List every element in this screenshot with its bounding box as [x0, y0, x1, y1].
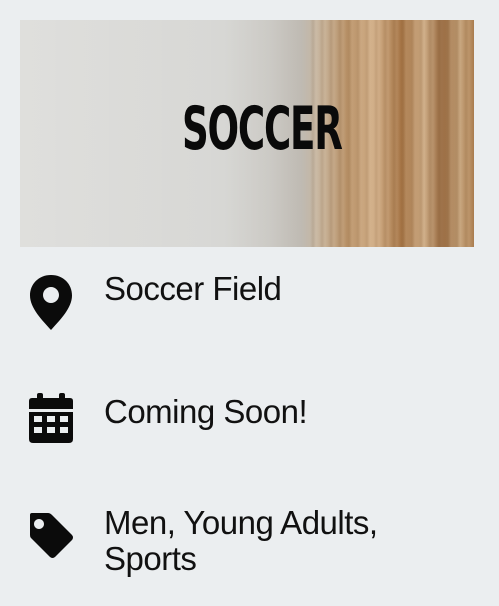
tags-text: Men, Young Adults, Sports	[104, 505, 378, 577]
tags-line-1: Men, Young Adults,	[104, 504, 378, 541]
date-row: Coming Soon!	[0, 388, 499, 458]
event-card: SOCCER Soccer Field Coming Soon! Men, Yo…	[0, 0, 499, 606]
map-pin-icon	[28, 274, 74, 330]
date-text: Coming Soon!	[104, 393, 308, 430]
tag-icon	[28, 511, 74, 559]
location-row: Soccer Field	[0, 266, 499, 336]
location-text: Soccer Field	[104, 270, 282, 307]
banner-title: SOCCER	[182, 94, 343, 164]
calendar-icon	[28, 393, 74, 443]
tags-row: Men, Young Adults, Sports	[0, 505, 499, 585]
event-banner-image[interactable]: SOCCER	[20, 20, 474, 247]
tags-line-2: Sports	[104, 540, 197, 577]
